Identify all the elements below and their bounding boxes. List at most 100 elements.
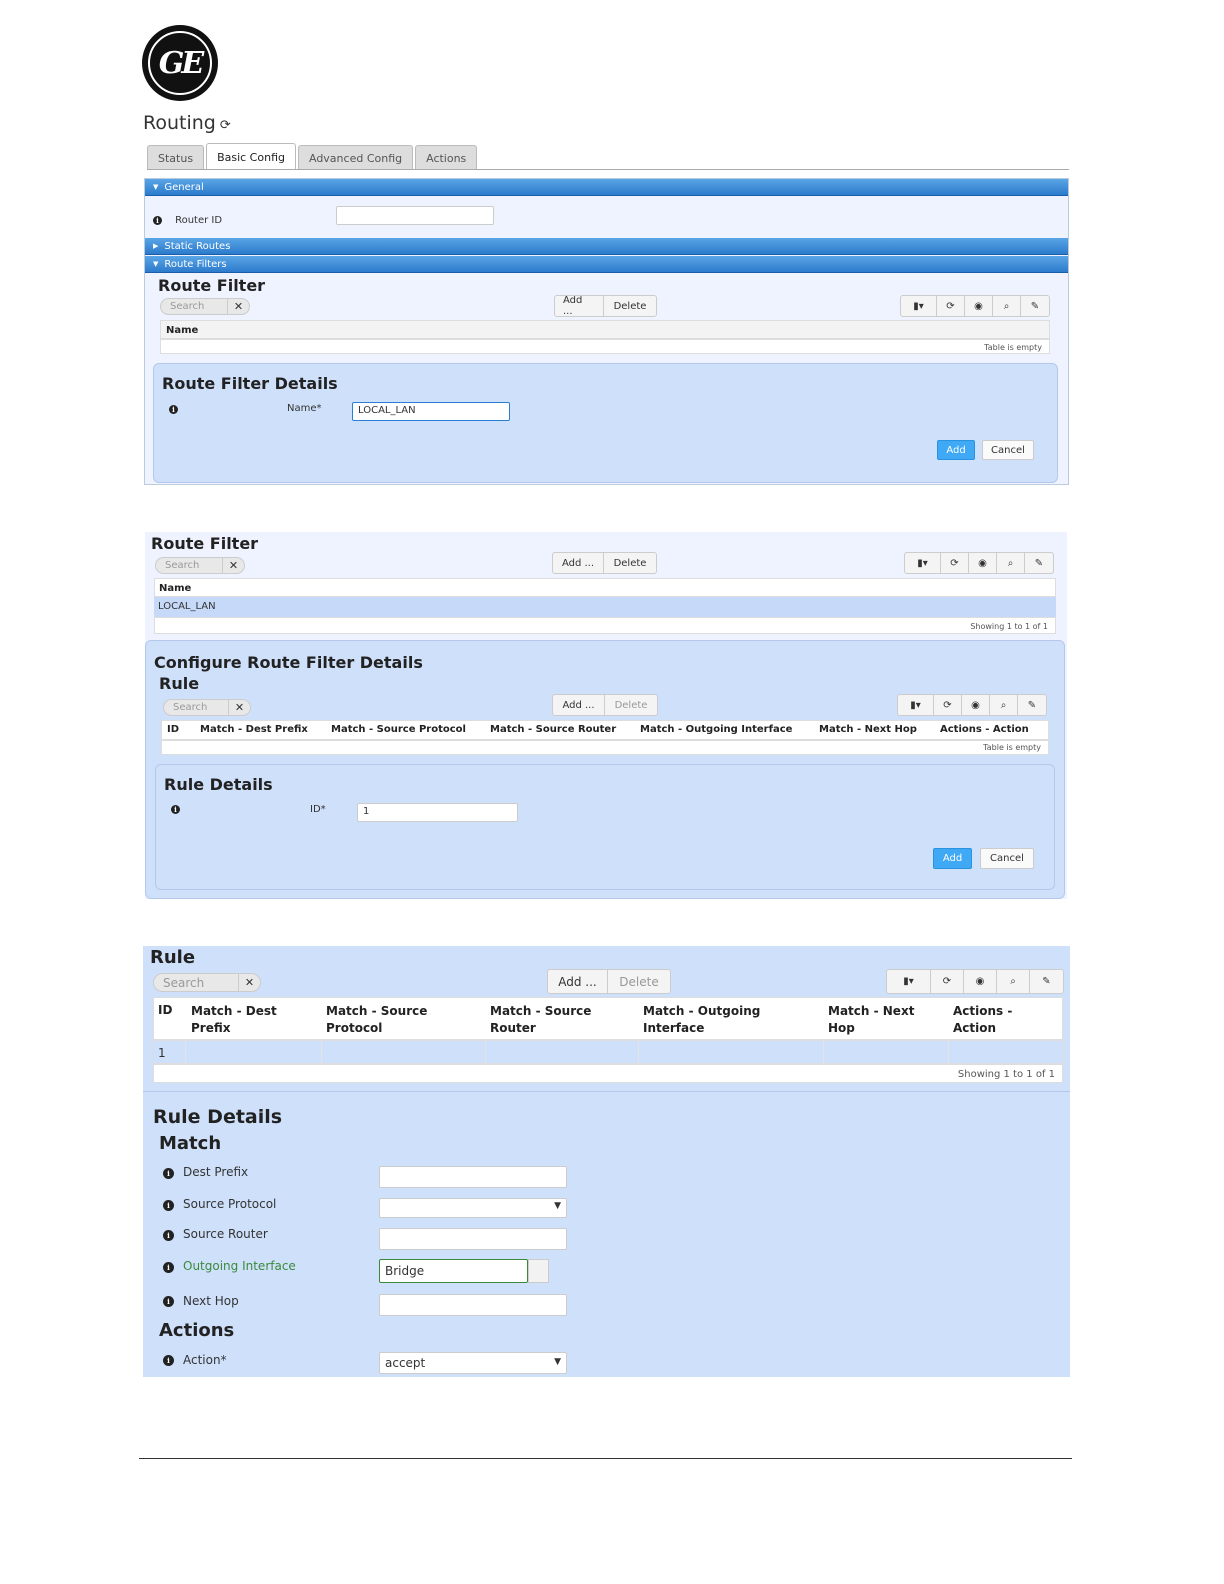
table-row[interactable]: LOCAL_LAN — [154, 597, 1056, 617]
dest-prefix-label: Dest Prefix — [183, 1165, 249, 1179]
refresh-icon[interactable]: ⟳ — [220, 118, 231, 133]
columns-dropdown-icon[interactable]: ▮▾ — [887, 970, 931, 993]
table-tools: ▮▾ ⟳ ◉ ⌕ ✎ — [897, 694, 1047, 716]
id-label: ID* — [310, 804, 326, 815]
rule-actions: Add ... Delete — [552, 694, 658, 716]
dest-prefix-input[interactable] — [379, 1166, 567, 1188]
clear-icon[interactable]: ✕ — [238, 974, 260, 991]
col-actions-action[interactable]: Actions - Action — [940, 724, 1029, 735]
wrench-icon[interactable]: ✎ — [1018, 695, 1046, 715]
outgoing-interface-input[interactable]: Bridge — [379, 1259, 528, 1283]
search-icon[interactable]: ⌕ — [997, 970, 1030, 993]
col-id[interactable]: ID — [158, 1003, 172, 1017]
table-row[interactable]: 1 — [153, 1040, 1063, 1064]
search-icon[interactable]: ⌕ — [997, 553, 1025, 573]
outgoing-interface-dropdown-button[interactable] — [528, 1259, 549, 1283]
columns-dropdown-icon[interactable]: ▮▾ — [898, 695, 934, 715]
col-match-outgoing-interface[interactable]: Match - Outgoing Interface — [643, 1003, 793, 1037]
wrench-icon[interactable]: ✎ — [1030, 970, 1063, 993]
col-match-source-protocol[interactable]: Match - Source Protocol — [331, 724, 466, 735]
refresh-icon[interactable]: ⟳ — [937, 296, 965, 316]
add-button[interactable]: Add — [937, 440, 975, 460]
search-icon[interactable]: ⌕ — [993, 296, 1021, 316]
add-button[interactable]: Add ... — [553, 553, 604, 573]
empty-text: Table is empty — [983, 743, 1041, 752]
search-placeholder: Search — [165, 560, 200, 571]
id-input[interactable]: 1 — [357, 803, 518, 822]
search-input[interactable]: Search ✕ — [163, 699, 251, 716]
eye-icon[interactable]: ◉ — [964, 970, 997, 993]
eye-icon[interactable]: ◉ — [969, 553, 997, 573]
tab-actions[interactable]: Actions — [415, 145, 478, 170]
refresh-icon[interactable]: ⟳ — [934, 695, 962, 715]
tab-basic-config[interactable]: Basic Config — [206, 143, 296, 170]
router-id-input[interactable] — [336, 206, 494, 225]
logo-glyph: GE — [158, 45, 204, 81]
table-footer: Showing 1 to 1 of 1 — [154, 617, 1056, 634]
info-icon: i — [163, 1355, 174, 1366]
cancel-button[interactable]: Cancel — [980, 848, 1034, 869]
add-button[interactable]: Add — [933, 848, 972, 869]
wrench-icon[interactable]: ✎ — [1025, 553, 1053, 573]
delete-button[interactable]: Delete — [604, 296, 656, 316]
tab-advanced-config[interactable]: Advanced Config — [297, 145, 414, 170]
source-protocol-select[interactable]: ▼ — [379, 1198, 567, 1218]
cancel-button[interactable]: Cancel — [982, 440, 1034, 460]
empty-text: Table is empty — [984, 343, 1042, 352]
action-select[interactable]: accept ▼ — [379, 1352, 567, 1374]
columns-dropdown-icon[interactable]: ▮▾ — [905, 553, 941, 573]
tab-bar: Status Basic Config Advanced Config Acti… — [147, 143, 478, 170]
route-filters-section-header[interactable]: ▼ Route Filters — [145, 256, 1068, 273]
refresh-icon[interactable]: ⟳ — [941, 553, 969, 573]
col-match-dest-prefix[interactable]: Match - Dest Prefix — [200, 724, 308, 735]
columns-dropdown-icon[interactable]: ▮▾ — [901, 296, 937, 316]
search-icon[interactable]: ⌕ — [990, 695, 1018, 715]
table-empty: Table is empty — [160, 339, 1050, 354]
tab-status[interactable]: Status — [147, 145, 205, 170]
col-name[interactable]: Name — [159, 583, 191, 594]
col-match-next-hop[interactable]: Match - Next Hop — [819, 724, 917, 735]
col-actions-action[interactable]: Actions - Action — [953, 1003, 1053, 1037]
eye-icon[interactable]: ◉ — [962, 695, 990, 715]
clear-icon[interactable]: ✕ — [228, 700, 250, 715]
static-routes-section-header[interactable]: ▶ Static Routes — [145, 238, 1068, 255]
delete-button[interactable]: Delete — [608, 970, 670, 993]
router-id-label: Router ID — [175, 215, 223, 226]
search-input[interactable]: Search ✕ — [153, 973, 261, 992]
table-empty: Table is empty — [161, 740, 1049, 755]
clear-icon[interactable]: ✕ — [222, 558, 244, 573]
col-id[interactable]: ID — [167, 724, 179, 735]
wrench-icon[interactable]: ✎ — [1021, 296, 1049, 316]
eye-icon[interactable]: ◉ — [965, 296, 993, 316]
col-match-dest-prefix[interactable]: Match - Dest Prefix — [191, 1003, 311, 1037]
search-input[interactable]: Search ✕ — [155, 557, 245, 574]
rule-table-header: ID Match - Dest Prefix Match - Source Pr… — [153, 997, 1063, 1040]
col-match-source-protocol[interactable]: Match - Source Protocol — [326, 1003, 466, 1037]
col-match-source-router[interactable]: Match - Source Router — [490, 724, 616, 735]
delete-button[interactable]: Delete — [605, 695, 657, 715]
delete-button[interactable]: Delete — [604, 553, 656, 573]
info-icon: i — [163, 1200, 174, 1211]
action-label: Action* — [183, 1353, 227, 1367]
source-router-input[interactable] — [379, 1228, 567, 1250]
clear-icon[interactable]: ✕ — [227, 299, 249, 314]
router-id-row: i Router ID — [153, 208, 222, 227]
name-input[interactable]: LOCAL_LAN — [352, 402, 510, 421]
col-name[interactable]: Name — [166, 325, 198, 336]
rule-table-header: ID Match - Dest Prefix Match - Source Pr… — [161, 720, 1049, 740]
rule-details-title: Rule Details — [164, 775, 273, 794]
next-hop-input[interactable] — [379, 1294, 567, 1316]
divider — [143, 1091, 1070, 1092]
col-match-next-hop[interactable]: Match - Next Hop — [828, 1003, 938, 1037]
search-input[interactable]: Search ✕ — [160, 298, 250, 315]
general-section-header[interactable]: ▼ General — [145, 179, 1068, 196]
refresh-icon[interactable]: ⟳ — [931, 970, 964, 993]
info-icon: i — [163, 1230, 174, 1241]
add-button[interactable]: Add ... — [555, 296, 604, 316]
add-button[interactable]: Add ... — [553, 695, 605, 715]
col-match-source-router[interactable]: Match - Source Router — [490, 1003, 620, 1037]
add-button[interactable]: Add ... — [548, 970, 608, 993]
col-match-outgoing-interface[interactable]: Match - Outgoing Interface — [640, 724, 792, 735]
chevron-down-icon: ▼ — [153, 260, 159, 268]
rule-title: Rule — [150, 947, 196, 968]
